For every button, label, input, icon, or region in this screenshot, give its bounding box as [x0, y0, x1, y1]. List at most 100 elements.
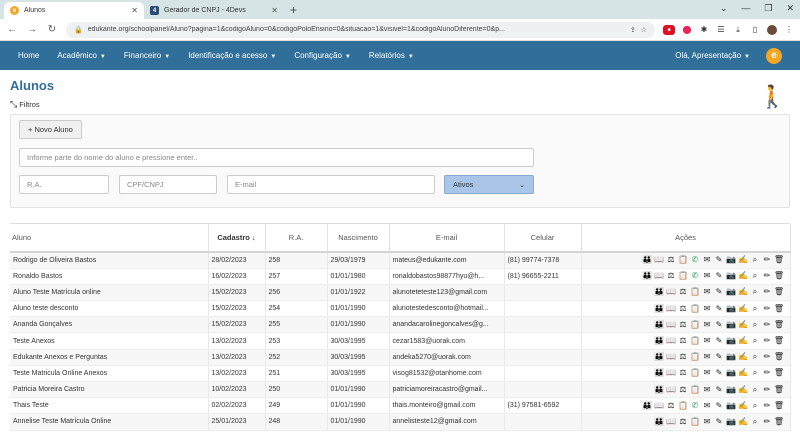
search-icon[interactable]: ⌕	[750, 352, 762, 362]
clipboard-edit-icon[interactable]: ✍	[738, 368, 750, 377]
mail-icon[interactable]: ✉	[702, 401, 714, 410]
nav-academico[interactable]: Acadêmico ▼	[57, 51, 106, 60]
trash-icon[interactable]: 🗑	[774, 417, 786, 426]
trash-icon[interactable]: 🗑	[774, 352, 786, 361]
edit-pencil-icon[interactable]: ✎	[714, 385, 726, 394]
book-icon[interactable]: 📖	[666, 417, 678, 426]
whatsapp-icon[interactable]: ✆	[690, 271, 702, 280]
search-icon[interactable]: ⌕	[750, 401, 762, 411]
status-select[interactable]: Ativos ⌄	[444, 175, 534, 194]
clipboard-edit-icon[interactable]: ✍	[738, 352, 750, 361]
camera-icon[interactable]: 📷	[726, 417, 738, 426]
trash-icon[interactable]: 🗑	[774, 368, 786, 377]
trash-icon[interactable]: 🗑	[774, 287, 786, 296]
search-icon[interactable]: ⌕	[750, 255, 762, 265]
mail-icon[interactable]: ✉	[702, 368, 714, 377]
book-icon[interactable]: 📖	[666, 304, 678, 313]
clipboard-edit-icon[interactable]: ✍	[738, 385, 750, 394]
edit-pencil-icon[interactable]: ✎	[714, 320, 726, 329]
new-tab-icon[interactable]: +	[284, 3, 303, 19]
column-header-cadastro[interactable]: Cadastro ↓	[208, 224, 266, 253]
search-icon[interactable]: ⌕	[750, 287, 762, 297]
extension-red-icon[interactable]: ■	[663, 24, 675, 35]
nav-relatorios[interactable]: Relatórios ▼	[369, 51, 414, 60]
clipboard-icon[interactable]: 📋	[690, 385, 702, 394]
profile-avatar[interactable]	[767, 24, 777, 35]
camera-icon[interactable]: 📷	[726, 336, 738, 345]
reading-list-icon[interactable]: ☰	[716, 25, 726, 35]
family-icon[interactable]: 👪	[654, 287, 666, 296]
book-icon[interactable]: 📖	[666, 352, 678, 361]
column-header-nascimento[interactable]: Nascimento	[327, 224, 390, 253]
mail-icon[interactable]: ✉	[702, 336, 714, 345]
family-icon[interactable]: 👪	[654, 320, 666, 329]
camera-icon[interactable]: 📷	[726, 368, 738, 377]
search-icon[interactable]: ⌕	[750, 385, 762, 395]
clipboard-edit-icon[interactable]: ✍	[738, 320, 750, 329]
clipboard-edit-icon[interactable]: ✍	[738, 255, 750, 264]
mail-icon[interactable]: ✉	[702, 320, 714, 329]
book-icon[interactable]: 📖	[654, 255, 666, 264]
reload-icon[interactable]: ↻	[46, 24, 58, 35]
table-row[interactable]: Annelise Teste Matrícula Online 25/01/202…	[10, 413, 791, 431]
book-icon[interactable]: 📖	[666, 385, 678, 394]
column-header-email[interactable]: E-mail	[389, 224, 505, 253]
pencil-icon[interactable]: ✏	[762, 287, 774, 296]
search-icon[interactable]: ⌕	[750, 368, 762, 378]
edit-pencil-icon[interactable]: ✎	[714, 368, 726, 377]
back-icon[interactable]: ←	[6, 24, 18, 35]
table-row[interactable]: Aluno teste desconto 15/02/2023 254 01/01/1…	[10, 300, 791, 318]
clipboard-icon[interactable]: 📋	[690, 287, 702, 296]
clipboard-icon[interactable]: 📋	[690, 352, 702, 361]
edit-pencil-icon[interactable]: ✎	[714, 401, 726, 410]
close-window-icon[interactable]: ✕	[786, 3, 794, 14]
family-icon[interactable]: 👪	[642, 401, 654, 410]
pencil-icon[interactable]: ✏	[762, 304, 774, 313]
close-tab-icon[interactable]: ✕	[131, 6, 138, 15]
trash-icon[interactable]: 🗑	[774, 271, 786, 280]
clipboard-icon[interactable]: 📋	[678, 255, 690, 264]
scale-icon[interactable]: ⚖	[666, 255, 678, 264]
camera-icon[interactable]: 📷	[726, 352, 738, 361]
clipboard-edit-icon[interactable]: ✍	[738, 304, 750, 313]
share-icon[interactable]: ⇪	[630, 26, 636, 34]
camera-icon[interactable]: 📷	[726, 255, 738, 264]
family-icon[interactable]: 👪	[654, 368, 666, 377]
nav-financeiro[interactable]: Financeiro ▼	[124, 51, 170, 60]
search-input[interactable]	[19, 148, 534, 167]
scale-icon[interactable]: ⚖	[678, 417, 690, 426]
new-student-button[interactable]: + Novo Aluno	[19, 120, 82, 139]
table-row[interactable]: Edukante Anexos e Perguntas 13/02/2023 252…	[10, 349, 791, 366]
star-icon[interactable]: ☆	[641, 26, 647, 34]
pencil-icon[interactable]: ✏	[762, 336, 774, 345]
user-menu[interactable]: Olá, Apresentação ▼	[675, 51, 750, 60]
clipboard-edit-icon[interactable]: ✍	[738, 417, 750, 426]
chevron-down-icon[interactable]: ⌄	[720, 3, 728, 14]
clipboard-edit-icon[interactable]: ✍	[738, 271, 750, 280]
scale-icon[interactable]: ⚖	[678, 385, 690, 394]
scale-icon[interactable]: ⚖	[678, 320, 690, 329]
close-tab-icon[interactable]: ✕	[271, 6, 278, 15]
browser-tab-gerador[interactable]: 4 Gerador de CNPJ - 4Devs ✕	[144, 2, 284, 19]
camera-icon[interactable]: 📷	[726, 320, 738, 329]
pencil-icon[interactable]: ✏	[762, 417, 774, 426]
book-icon[interactable]: 📖	[666, 320, 678, 329]
clipboard-edit-icon[interactable]: ✍	[738, 336, 750, 345]
trash-icon[interactable]: 🗑	[774, 255, 786, 264]
family-icon[interactable]: 👪	[654, 336, 666, 345]
cpf-cnpj-input[interactable]	[119, 175, 217, 194]
camera-icon[interactable]: 📷	[726, 401, 738, 410]
search-icon[interactable]: ⌕	[750, 271, 762, 281]
mail-icon[interactable]: ✉	[702, 417, 714, 426]
book-icon[interactable]: 📖	[666, 336, 678, 345]
maximize-icon[interactable]: ❐	[764, 3, 772, 14]
trash-icon[interactable]: 🗑	[774, 304, 786, 313]
table-row[interactable]: Thais Teste 02/02/2023 249 01/01/1990 thais.…	[10, 397, 791, 415]
trash-icon[interactable]: 🗑	[774, 401, 786, 410]
pencil-icon[interactable]: ✏	[762, 401, 774, 410]
table-row[interactable]: Teste Anexos 13/02/2023 253 30/03/1995 cezar…	[10, 332, 791, 350]
clipboard-icon[interactable]: 📋	[690, 417, 702, 426]
column-header-ra[interactable]: R.A.	[265, 224, 328, 253]
nav-home[interactable]: Home	[18, 51, 39, 60]
edit-pencil-icon[interactable]: ✎	[714, 336, 726, 345]
